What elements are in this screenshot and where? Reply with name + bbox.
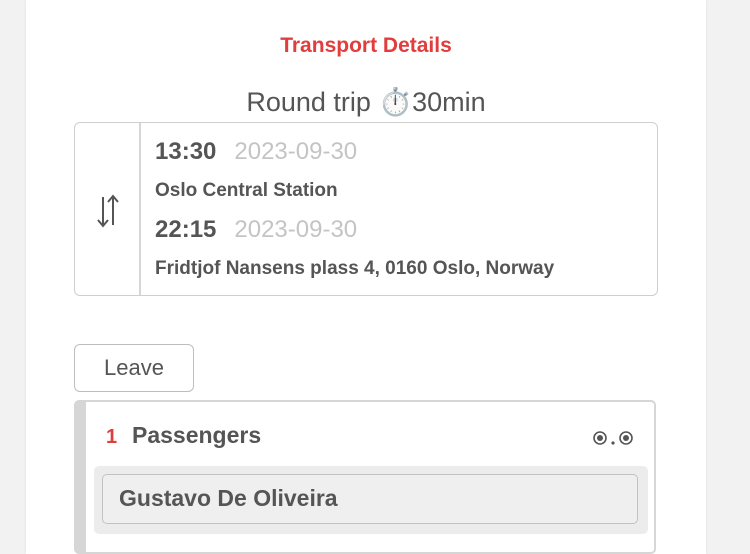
passengers-label: Passengers <box>132 422 262 448</box>
passenger-name-field[interactable]: Gustavo De Oliveira <box>102 474 638 524</box>
trip-direction-column <box>75 123 141 295</box>
leave-button[interactable]: Leave <box>74 344 194 392</box>
trip-details-box: 13:30 2023-09-30 Oslo Central Station 22:… <box>74 122 658 296</box>
outbound-date: 2023-09-30 <box>234 138 358 165</box>
return-time-row: 22:15 2023-09-30 <box>155 216 357 244</box>
page-title: Transport Details <box>280 34 452 57</box>
passenger-list: Gustavo De Oliveira <box>94 466 648 534</box>
return-date: 2023-09-30 <box>234 216 358 243</box>
swap-vertical-icon <box>97 194 119 228</box>
dots-icon[interactable] <box>592 430 634 446</box>
passengers-panel: 1 Passengers Gustavo De Oliveira <box>74 400 656 554</box>
outbound-time-row: 13:30 2023-09-30 <box>155 138 357 166</box>
return-place: Fridtjof Nansens plass 4, 0160 Oslo, Nor… <box>155 258 555 279</box>
transport-details-card: Transport Details Round trip ⏱️30min 13:… <box>26 0 706 554</box>
trip-type: Round trip <box>246 87 371 117</box>
trip-summary: Round trip ⏱️30min <box>26 86 706 118</box>
trip-duration: 30min <box>412 87 486 117</box>
return-time: 22:15 <box>155 216 217 243</box>
stopwatch-icon: ⏱️ <box>378 87 413 117</box>
outbound-place: Oslo Central Station <box>155 180 338 201</box>
outbound-time: 13:30 <box>155 138 217 165</box>
passenger-count: 1 <box>106 426 118 448</box>
